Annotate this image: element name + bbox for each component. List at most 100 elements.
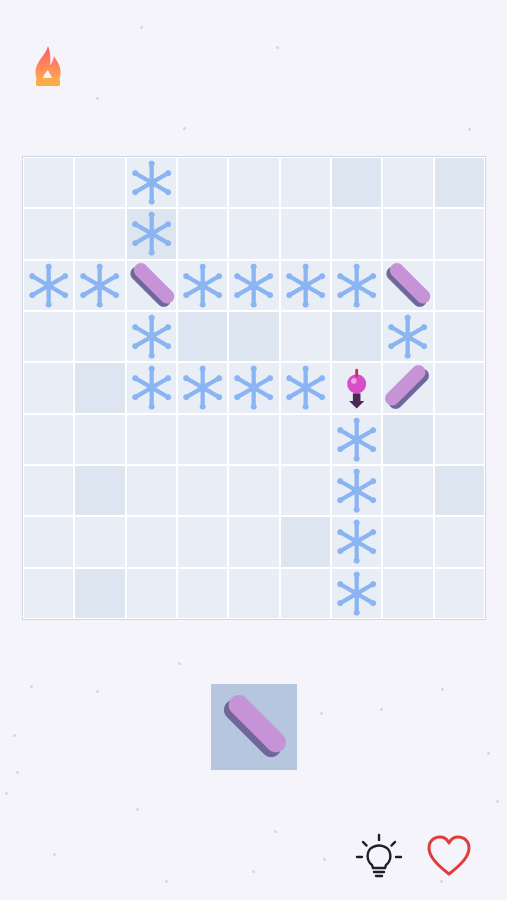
board-cell[interactable] bbox=[74, 259, 126, 311]
board-cell[interactable] bbox=[228, 310, 280, 363]
board-cell[interactable] bbox=[176, 464, 229, 517]
board-cell[interactable] bbox=[433, 259, 485, 311]
board-cell[interactable] bbox=[176, 413, 229, 465]
board-cell[interactable] bbox=[176, 567, 229, 619]
board-cell[interactable] bbox=[382, 157, 434, 209]
snow-dot bbox=[276, 46, 279, 49]
snowflake-icon bbox=[281, 363, 330, 412]
board-cell[interactable] bbox=[330, 310, 383, 363]
board-cell[interactable] bbox=[125, 157, 177, 209]
snow-dot bbox=[468, 128, 471, 131]
snowflake-icon bbox=[229, 363, 278, 412]
board-cell[interactable] bbox=[279, 208, 331, 260]
board-cell[interactable] bbox=[23, 157, 75, 209]
board-cell[interactable] bbox=[74, 208, 126, 260]
snow-dot bbox=[496, 800, 499, 803]
board-cell[interactable] bbox=[279, 157, 331, 209]
board-cell[interactable] bbox=[330, 157, 383, 209]
board-cell[interactable] bbox=[433, 208, 485, 260]
board-cell[interactable] bbox=[74, 157, 126, 209]
board-cell[interactable] bbox=[23, 259, 75, 311]
snow-dot bbox=[440, 880, 443, 883]
snow-dot bbox=[380, 708, 383, 711]
snow-dot bbox=[16, 771, 19, 774]
board-cell[interactable] bbox=[228, 413, 280, 465]
board-cell[interactable] bbox=[433, 464, 485, 517]
board-cell[interactable] bbox=[125, 208, 177, 260]
board-cell[interactable] bbox=[382, 413, 434, 465]
board-cell[interactable] bbox=[330, 516, 383, 568]
board-cell[interactable] bbox=[433, 157, 485, 209]
board-cell[interactable] bbox=[279, 567, 331, 619]
board-cell[interactable] bbox=[330, 413, 383, 465]
board-cell[interactable] bbox=[23, 567, 75, 619]
board-cell[interactable] bbox=[433, 516, 485, 568]
board-cell[interactable] bbox=[330, 567, 383, 619]
board-cell[interactable] bbox=[228, 464, 280, 517]
board-cell[interactable] bbox=[228, 157, 280, 209]
board-cell[interactable] bbox=[74, 310, 126, 363]
board-cell[interactable] bbox=[23, 362, 75, 414]
board-cell[interactable] bbox=[125, 516, 177, 568]
board-cell[interactable] bbox=[382, 567, 434, 619]
board-cell[interactable] bbox=[279, 516, 331, 568]
board-cell[interactable] bbox=[279, 413, 331, 465]
board-cell[interactable] bbox=[74, 464, 126, 517]
board-cell[interactable] bbox=[228, 259, 280, 311]
snowflake-icon bbox=[332, 261, 381, 310]
board-cell[interactable] bbox=[433, 413, 485, 465]
board-cell[interactable] bbox=[74, 413, 126, 465]
board-cell[interactable] bbox=[125, 310, 177, 363]
snow-dot bbox=[96, 690, 99, 693]
board-cell[interactable] bbox=[176, 259, 229, 311]
lightbulb-icon[interactable] bbox=[354, 832, 404, 882]
board-cell[interactable] bbox=[23, 413, 75, 465]
board-cell[interactable] bbox=[382, 310, 434, 363]
piece-tray[interactable] bbox=[211, 684, 297, 770]
flame-icon bbox=[35, 46, 61, 86]
board-cell[interactable] bbox=[433, 310, 485, 363]
board-cell[interactable] bbox=[23, 464, 75, 517]
board-cell[interactable] bbox=[330, 464, 383, 517]
board-cell[interactable] bbox=[228, 362, 280, 414]
heart-icon[interactable] bbox=[426, 834, 472, 878]
board-cell[interactable] bbox=[125, 464, 177, 517]
board-cell[interactable] bbox=[382, 516, 434, 568]
snowflake-icon bbox=[332, 415, 381, 464]
board-cell[interactable] bbox=[125, 567, 177, 619]
board-cell[interactable] bbox=[279, 464, 331, 517]
board-cell[interactable] bbox=[176, 516, 229, 568]
snow-dot bbox=[165, 880, 168, 883]
board-cell[interactable] bbox=[228, 516, 280, 568]
board-cell[interactable] bbox=[74, 362, 126, 414]
board-cell[interactable] bbox=[74, 567, 126, 619]
board-cell[interactable] bbox=[382, 464, 434, 517]
board-cell[interactable] bbox=[176, 208, 229, 260]
board-cell[interactable] bbox=[23, 208, 75, 260]
board-cell[interactable] bbox=[279, 310, 331, 363]
board-cell[interactable] bbox=[382, 362, 434, 414]
board-cell[interactable] bbox=[23, 310, 75, 363]
board-cell[interactable] bbox=[228, 567, 280, 619]
board-cell[interactable] bbox=[176, 362, 229, 414]
tray-deflector-bar[interactable] bbox=[219, 692, 289, 762]
snow-dot bbox=[136, 808, 139, 811]
board-cell[interactable] bbox=[176, 310, 229, 363]
board-cell[interactable] bbox=[382, 259, 434, 311]
board-cell[interactable] bbox=[433, 567, 485, 619]
board-cell[interactable] bbox=[279, 259, 331, 311]
board-cell[interactable] bbox=[23, 516, 75, 568]
board-cell[interactable] bbox=[330, 259, 383, 311]
board-cell[interactable] bbox=[228, 208, 280, 260]
board-cell[interactable] bbox=[433, 362, 485, 414]
snow-dot bbox=[183, 127, 186, 130]
board-cell[interactable] bbox=[125, 362, 177, 414]
board-cell[interactable] bbox=[382, 208, 434, 260]
board-cell[interactable] bbox=[330, 208, 383, 260]
board-cell[interactable] bbox=[176, 157, 229, 209]
board-cell[interactable] bbox=[125, 413, 177, 465]
board-cell[interactable] bbox=[125, 259, 177, 311]
board-cell[interactable] bbox=[330, 362, 383, 414]
board-cell[interactable] bbox=[279, 362, 331, 414]
board-cell[interactable] bbox=[74, 516, 126, 568]
